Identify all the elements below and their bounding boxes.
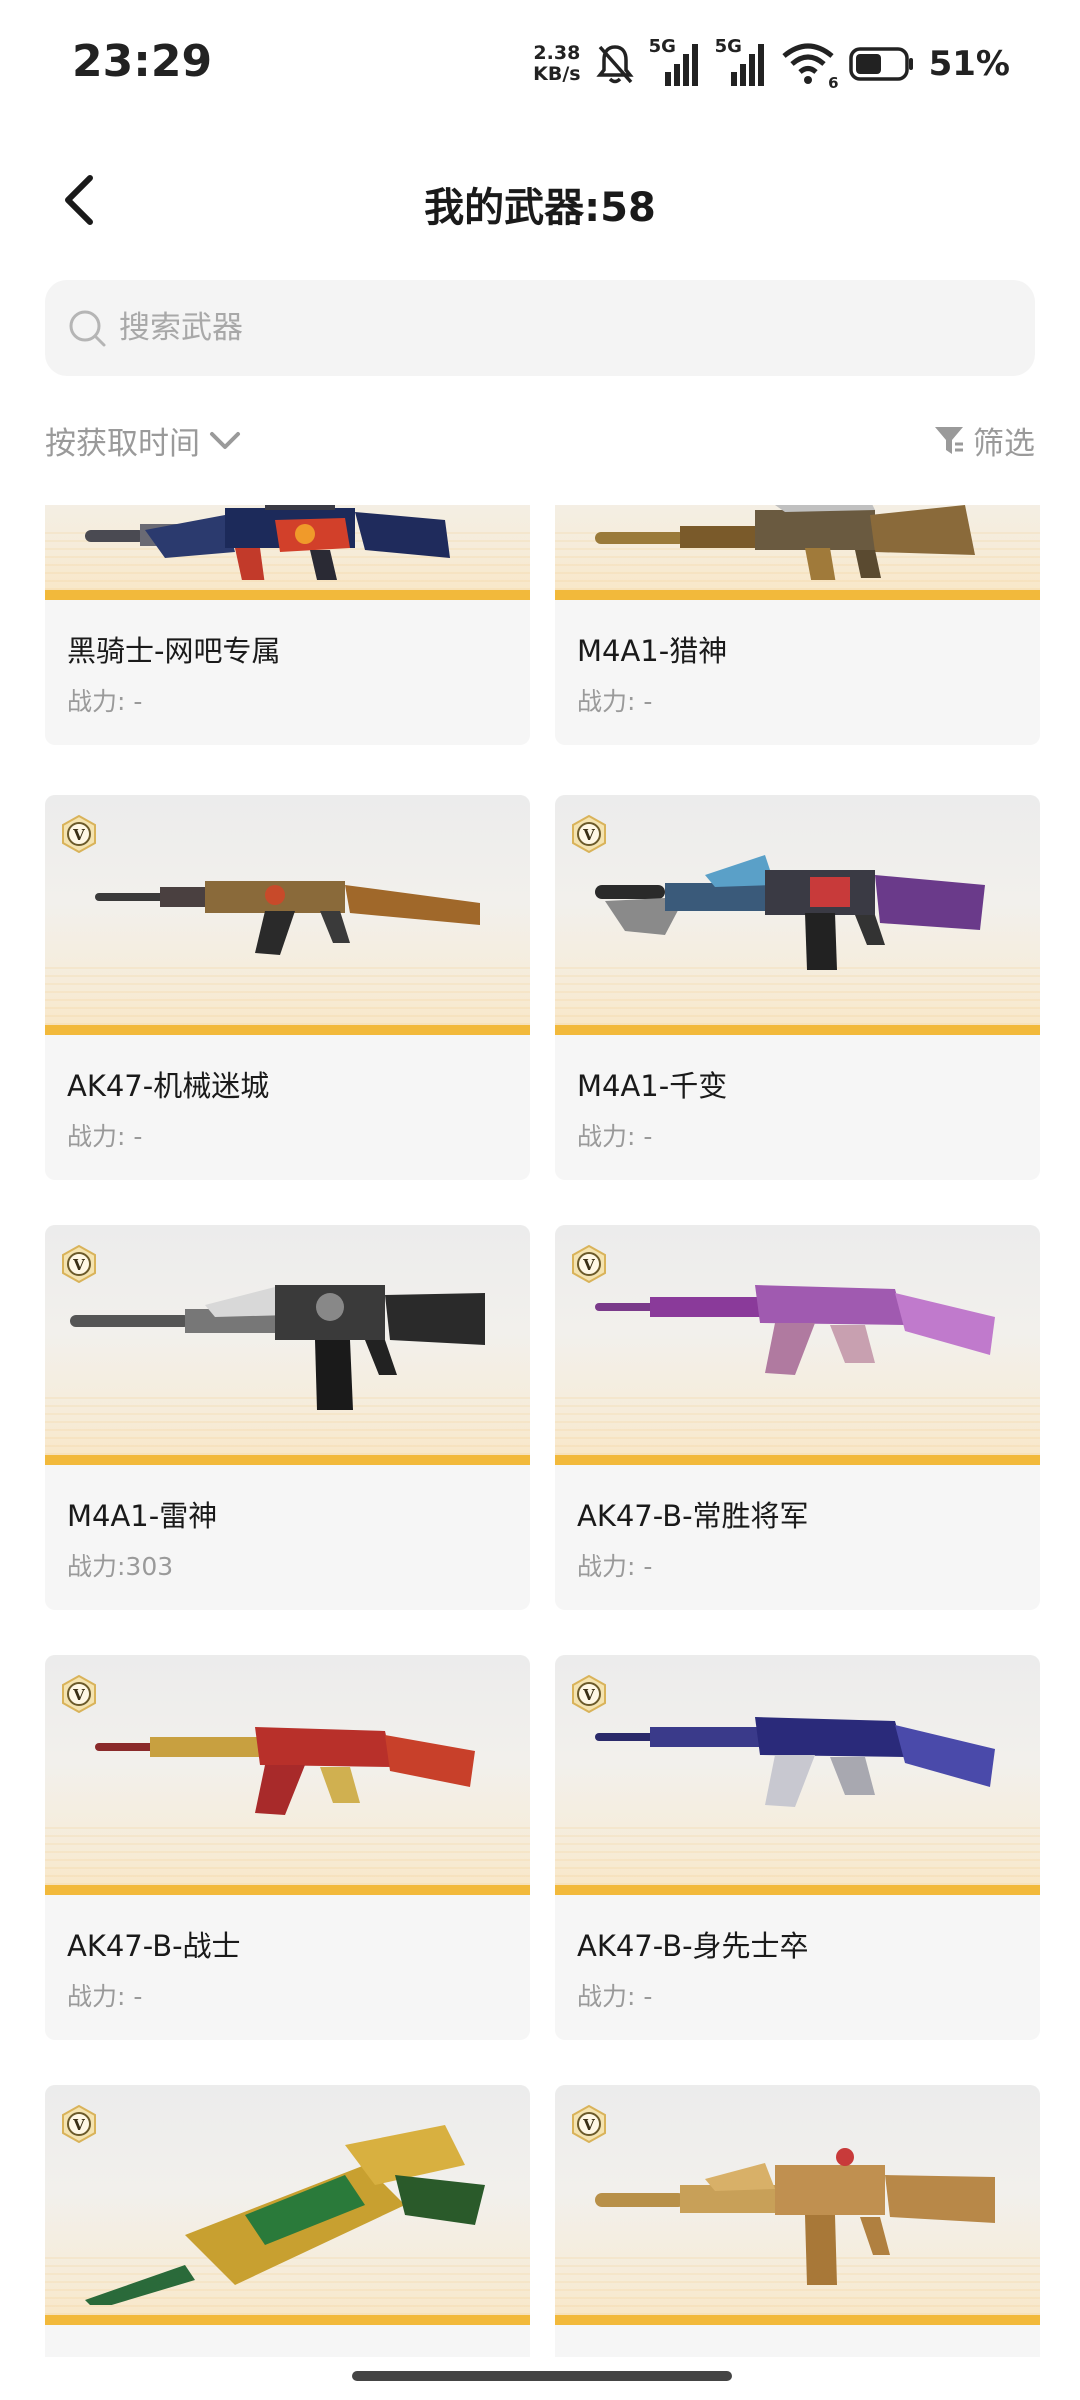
net-speed-unit: KB/s <box>533 63 581 85</box>
weapon-card[interactable]: V M4A1-千变 战力: - <box>555 795 1040 1180</box>
weapon-name: M4A1-猎神 <box>577 634 728 668</box>
weapon-image: V <box>45 2085 530 2325</box>
weapon-card[interactable]: V <box>45 2085 530 2357</box>
weapon-image: V <box>555 2085 1040 2325</box>
rifle-m4a1-hunter-icon <box>595 505 975 580</box>
weapon-name: AK47-B-身先士卒 <box>577 1929 809 1963</box>
weapon-card[interactable]: V M4A1-雷神 战力:303 <box>45 1225 530 1610</box>
filter-button[interactable]: 筛选 <box>933 418 1035 463</box>
home-indicator[interactable] <box>352 2371 732 2381</box>
rifle-ak47-b-warrior-icon <box>95 1727 475 1815</box>
rifle-ak47-b-general-icon <box>595 1285 995 1375</box>
signal-sim1: 5G <box>649 36 701 88</box>
rifle-ak47-mech-city-icon <box>95 881 480 955</box>
status-icons: 2.38 KB/s 5G 5G 6 51% <box>533 36 1010 92</box>
weapon-image: V <box>555 505 1040 600</box>
status-bar: 23:29 2.38 KB/s 5G 5G 6 51% <box>0 0 1080 125</box>
weapon-power: 战力: - <box>577 1552 653 1581</box>
header: 我的武器:58 <box>0 150 1080 250</box>
weapon-image: V <box>555 1655 1040 1895</box>
weapon-name: M4A1-千变 <box>577 1069 728 1103</box>
battery-icon <box>848 47 913 81</box>
weapon-grid: V 黑骑士-网吧专属 战力: - V M4A1-猎神 战力: - V AK47-… <box>0 505 1080 2357</box>
weapons-page: 23:29 2.38 KB/s 5G 5G 6 51% 我的武器:58 搜索武器… <box>0 0 1080 2400</box>
search-bar[interactable] <box>45 280 1035 376</box>
weapon-image: V <box>555 1225 1040 1465</box>
weapon-card[interactable]: V 黑骑士-网吧专属 战力: - <box>45 505 530 745</box>
wifi-status: 6 <box>781 42 839 92</box>
weapon-power: 战力: - <box>577 687 653 716</box>
rifle-ak47-b-vanguard-icon <box>595 1717 995 1807</box>
weapon-card[interactable]: V AK47-B-战士 战力: - <box>45 1655 530 2040</box>
battery-percent: 51% <box>928 44 1010 84</box>
funnel-icon <box>935 426 963 454</box>
filter-label: 筛选 <box>973 426 1035 462</box>
chevron-down-icon <box>210 431 240 449</box>
sort-dropdown[interactable]: 按获取时间 <box>45 418 242 463</box>
weapon-power: 战力: - <box>577 1982 653 2011</box>
signal-icon <box>730 44 764 86</box>
weapon-card[interactable]: V M4A1-猎神 战力: - <box>555 505 1040 745</box>
rifle-m4a1-thunder-god-icon <box>70 1285 485 1410</box>
weapon-name: AK47-机械迷城 <box>67 1069 270 1103</box>
signal-sim2: 5G <box>715 36 767 88</box>
sort-label: 按获取时间 <box>45 426 200 462</box>
weapon-name: AK47-B-战士 <box>67 1929 241 1963</box>
wifi-icon <box>782 43 834 84</box>
wifi-badge: 6 <box>828 74 839 92</box>
weapon-power: 战力: - <box>67 1982 143 2011</box>
weapon-power: 战力:303 <box>67 1552 174 1581</box>
weapon-image: V <box>45 795 530 1035</box>
weapon-power: 战力: - <box>67 1122 143 1151</box>
weapon-name: AK47-B-常胜将军 <box>577 1499 809 1533</box>
search-input[interactable] <box>117 297 1001 359</box>
weapon-card[interactable]: V <box>555 2085 1040 2357</box>
net-speed-value: 2.38 <box>533 42 581 64</box>
rifle-m4a1-gold-icon <box>595 2148 995 2285</box>
weapon-power: 战力: - <box>67 687 143 716</box>
weapon-image: V <box>45 1655 530 1895</box>
weapon-card[interactable]: V AK47-机械迷城 战力: - <box>45 795 530 1180</box>
weapon-power: 战力: - <box>577 1122 653 1151</box>
rifle-m4a1-morph-icon <box>595 855 985 970</box>
weapon-name: 黑骑士-网吧专属 <box>67 634 281 668</box>
weapon-name: M4A1-雷神 <box>67 1499 218 1533</box>
rifle-dragon-gold-icon <box>85 2125 485 2305</box>
sort-filter-row: 按获取时间 筛选 <box>0 410 1080 474</box>
weapon-image: V <box>555 795 1040 1035</box>
net-speed: 2.38 KB/s <box>533 43 580 85</box>
weapon-image: V <box>45 505 530 600</box>
rifle-black-knight-icon <box>85 505 450 580</box>
weapon-card[interactable]: V AK47-B-身先士卒 战力: - <box>555 1655 1040 2040</box>
page-title: 我的武器:58 <box>424 185 656 231</box>
weapon-image: V <box>45 1225 530 1465</box>
signal-icon <box>664 44 698 86</box>
status-time: 23:29 <box>72 36 213 87</box>
mute-bell-icon <box>595 45 634 84</box>
search-icon <box>69 310 106 347</box>
weapon-card[interactable]: V AK47-B-常胜将军 战力: - <box>555 1225 1040 1610</box>
